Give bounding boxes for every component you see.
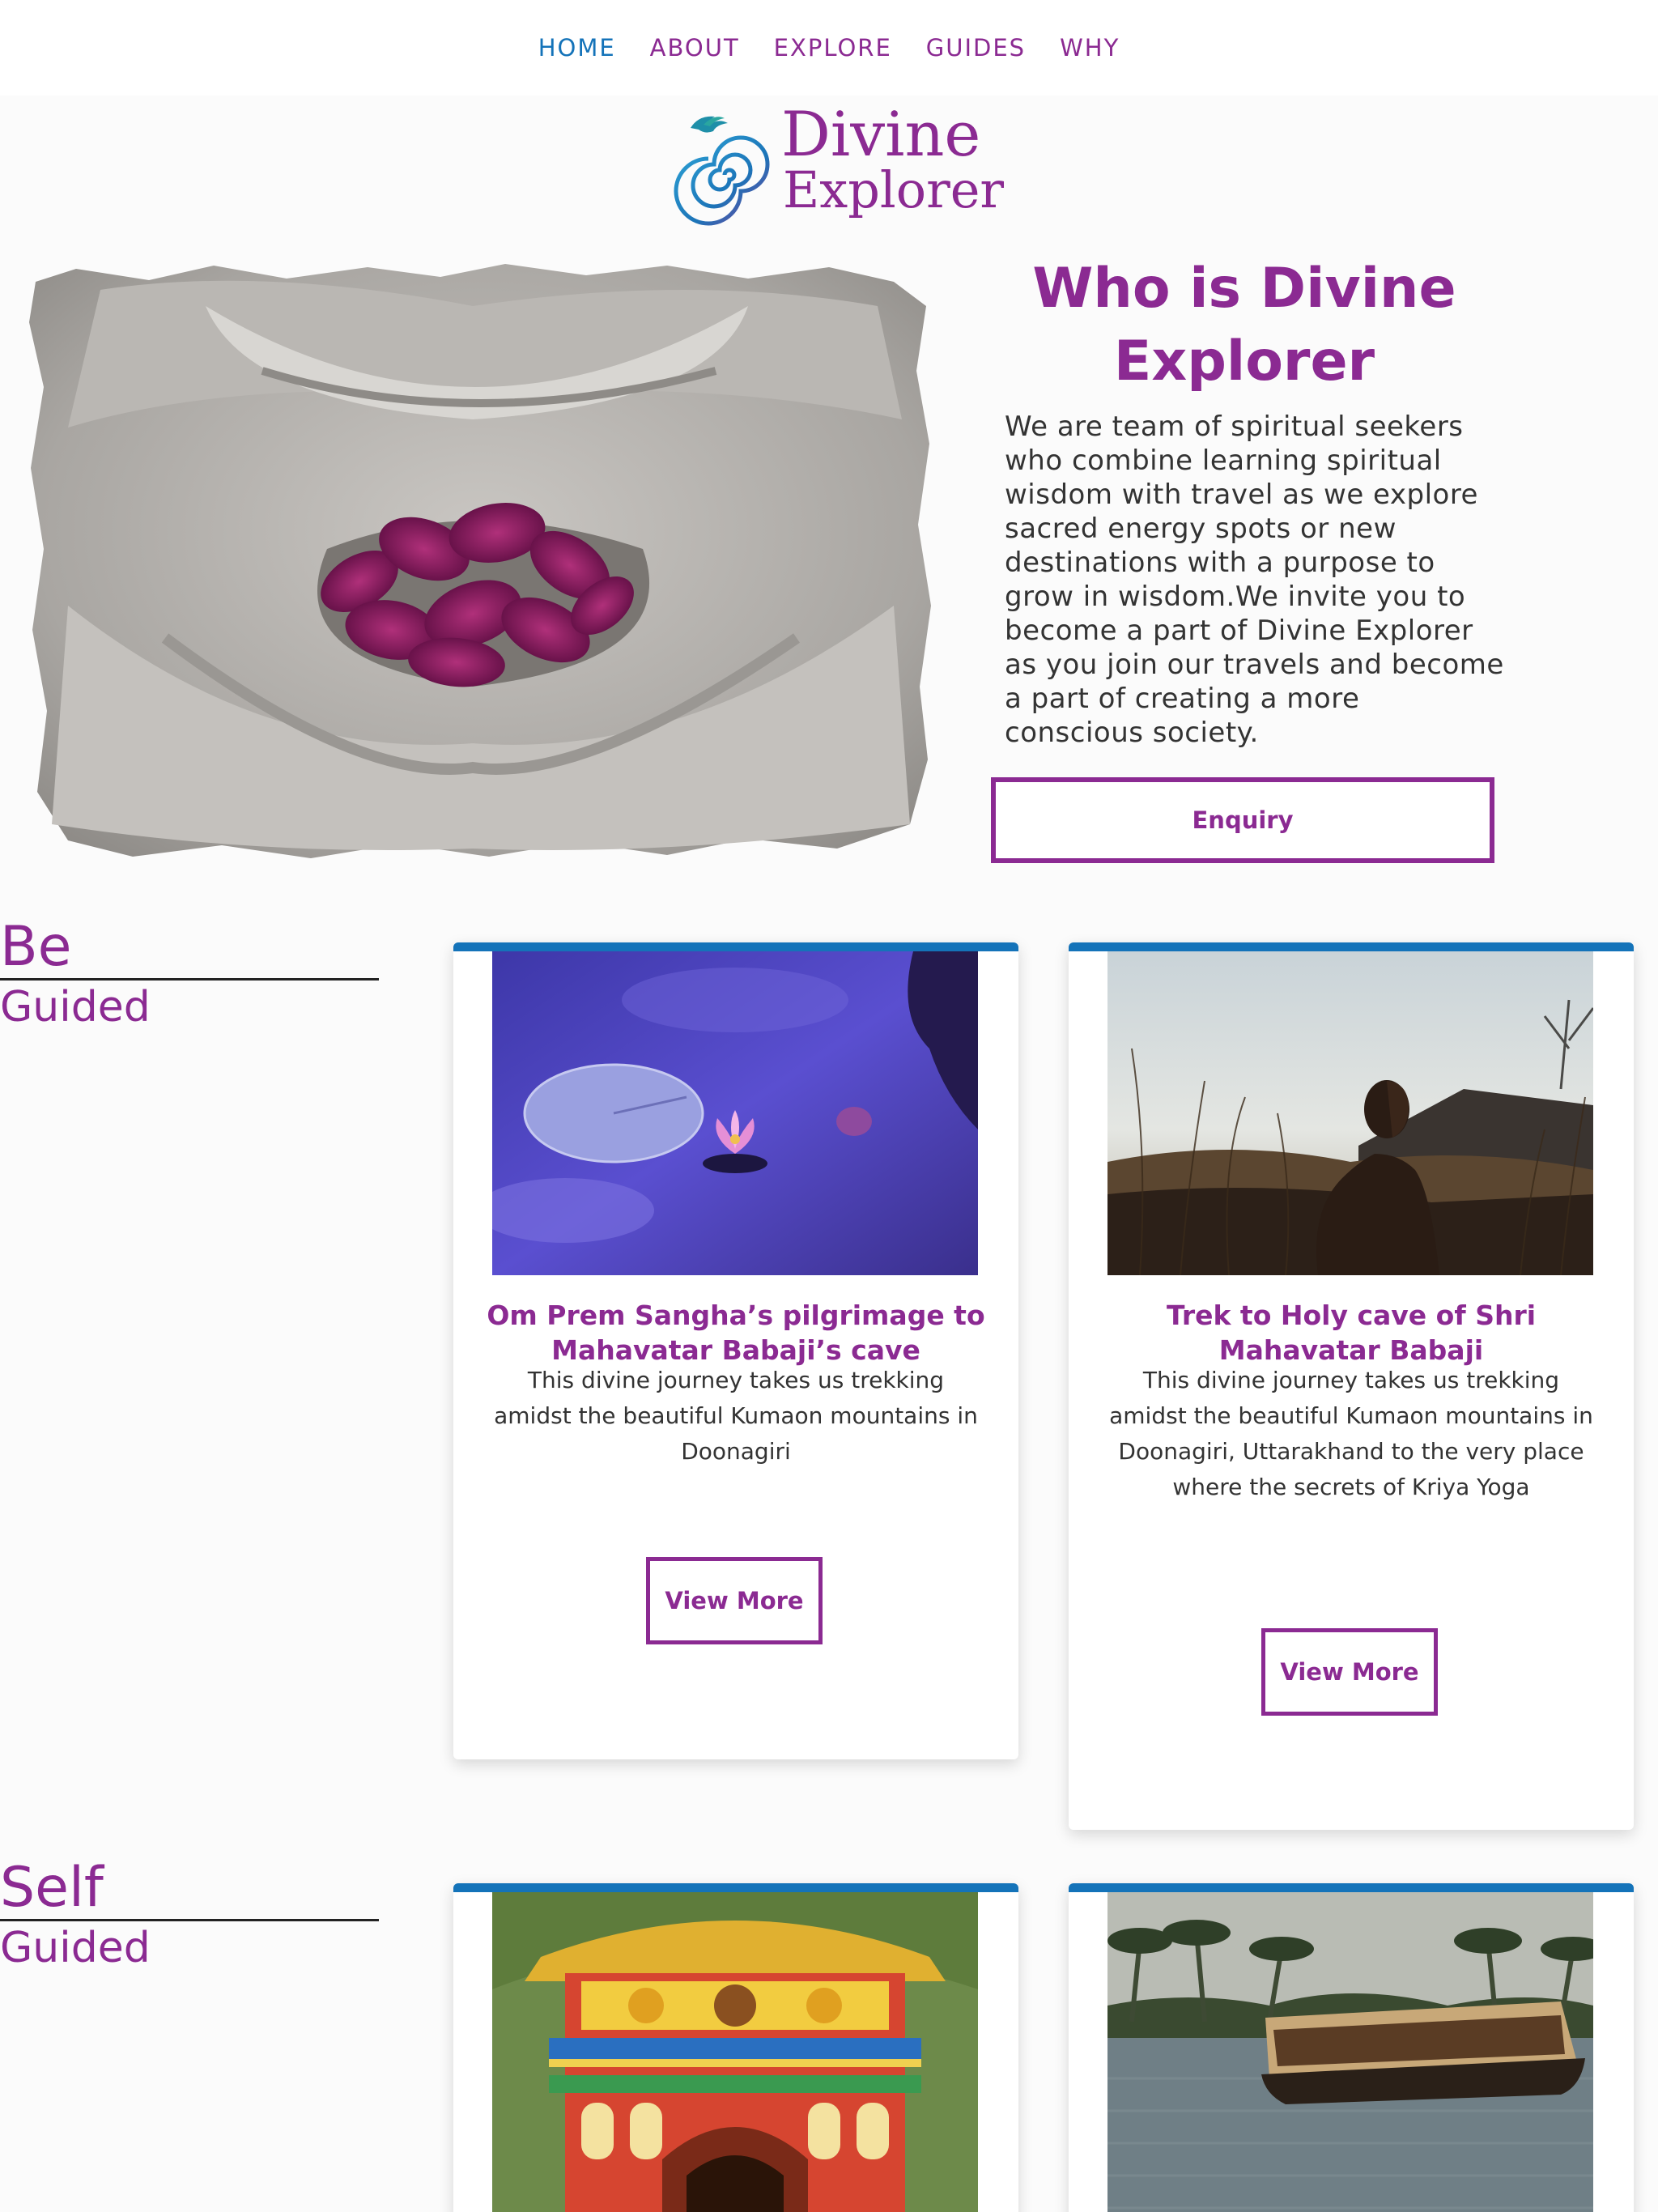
view-more-button[interactable]: View More — [646, 1557, 823, 1644]
section-subheading: Guided — [0, 983, 151, 1032]
nav-about[interactable]: ABOUT — [650, 34, 740, 62]
section-subheading: Guided — [0, 1924, 151, 1972]
page: HOME ABOUT EXPLORE GUIDES WHY Divine Exp… — [0, 0, 1658, 2212]
card-image-kerala-houseboat — [1107, 1892, 1593, 2212]
card-description: This divine journey takes us trekking am… — [1109, 1367, 1593, 1500]
card-title[interactable]: Om Prem Sangha’s pilgrimage to Mahavatar… — [486, 1298, 986, 1368]
card-image-lotus-pond — [492, 951, 978, 1275]
nav-guides[interactable]: GUIDES — [926, 34, 1026, 62]
section-heading: Self — [0, 1856, 104, 1920]
logo-text-line1: Divine — [781, 98, 981, 170]
card-image-badrinath-temple — [492, 1892, 978, 2212]
card-description: This divine journey takes us trekking am… — [494, 1367, 978, 1465]
top-nav: HOME ABOUT EXPLORE GUIDES WHY — [0, 0, 1658, 96]
spiral-logo-icon — [674, 116, 770, 226]
trip-card — [1069, 1883, 1634, 2212]
section-label-self-guided: Self Guided — [0, 1857, 379, 1975]
nav-home[interactable]: HOME — [538, 34, 616, 62]
hero-image-buddha-hands-flowers — [29, 264, 931, 858]
enquiry-button[interactable]: Enquiry — [991, 777, 1494, 863]
section-heading: Be — [0, 915, 72, 979]
hero-description: We are team of spiritual seekers who com… — [1005, 410, 1504, 749]
hero-title: Who is Divine Explorer — [1032, 257, 1456, 393]
card-image-meditating-man-grass — [1107, 951, 1593, 1275]
trip-card — [453, 1883, 1018, 2212]
logo-text-line2: Explorer — [783, 160, 1005, 219]
trip-card: Trek to Holy cave of Shri Mahavatar Baba… — [1069, 942, 1634, 1830]
trip-card: Om Prem Sangha’s pilgrimage to Mahavatar… — [453, 942, 1018, 1759]
site-logo[interactable]: Divine Explorer — [668, 98, 1004, 230]
view-more-button[interactable]: View More — [1261, 1628, 1438, 1716]
section-label-be-guided: Be Guided — [0, 917, 379, 1034]
nav-explore[interactable]: EXPLORE — [774, 34, 892, 62]
card-title[interactable]: Trek to Holy cave of Shri Mahavatar Baba… — [1101, 1298, 1601, 1368]
nav-why[interactable]: WHY — [1060, 34, 1120, 62]
